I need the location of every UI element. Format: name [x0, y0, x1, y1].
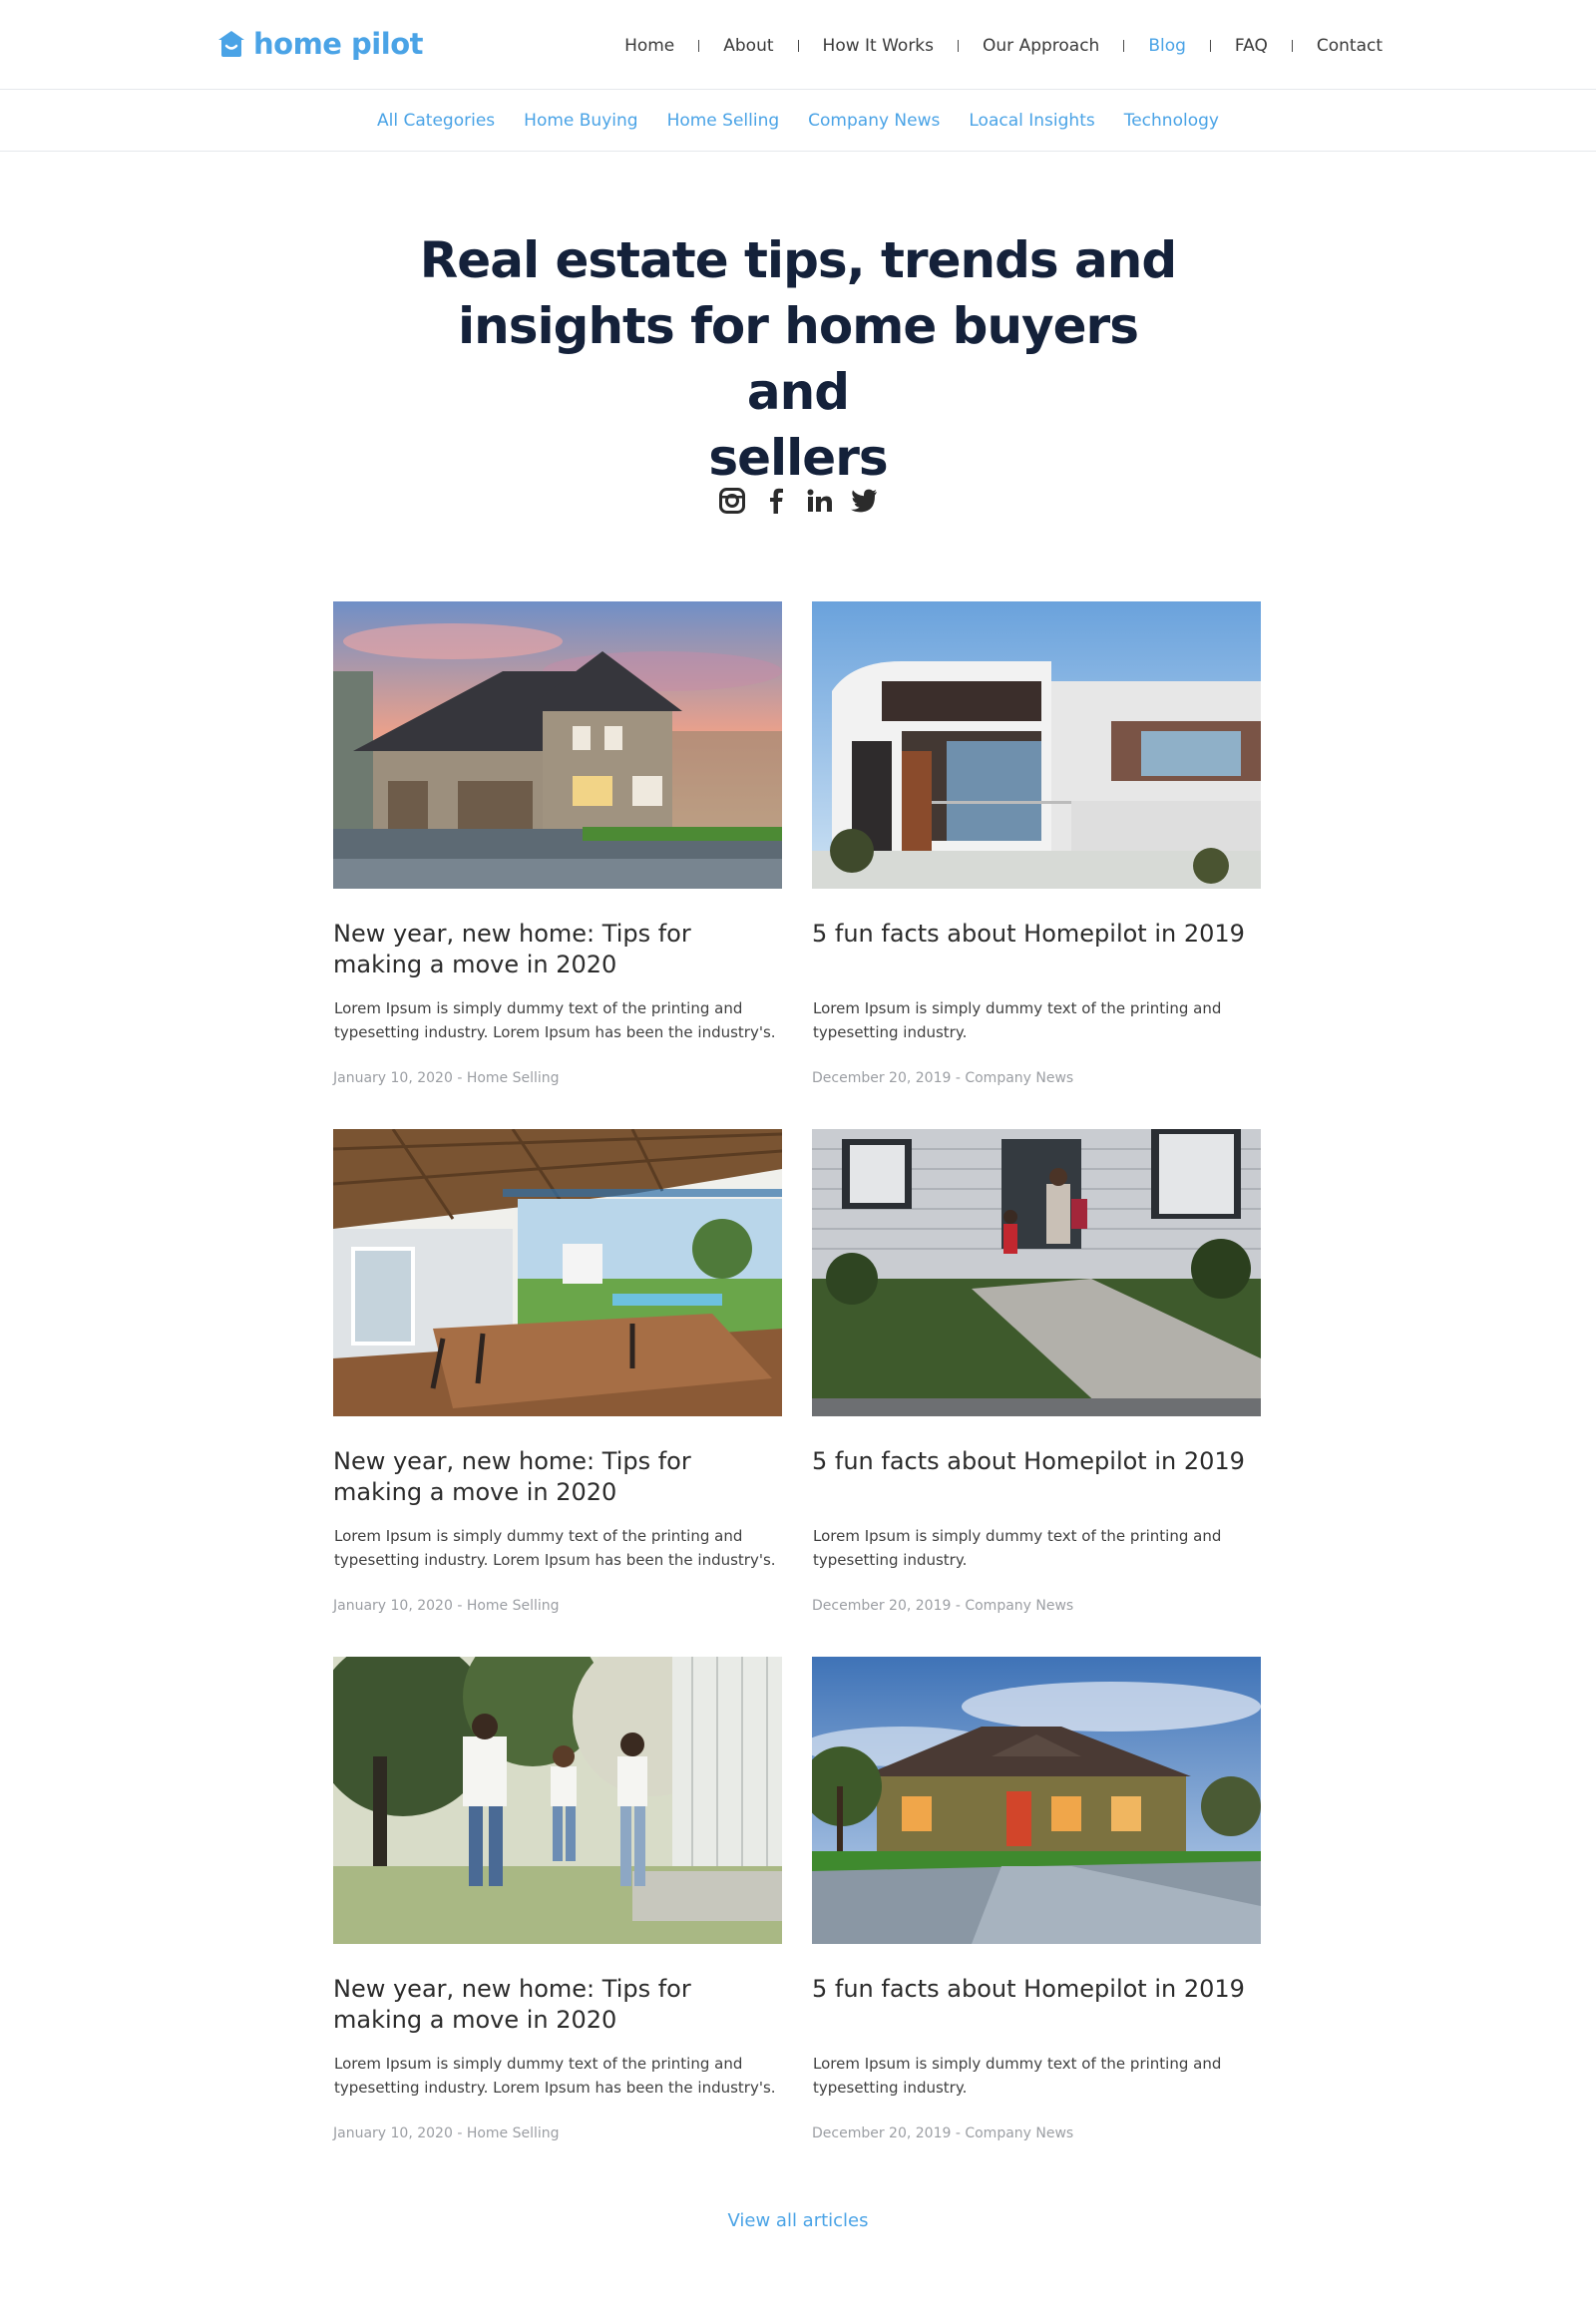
- category-navigation: All Categories Home Buying Home Selling Com…: [0, 90, 1596, 152]
- article-excerpt: Lorem Ipsum is simply dummy text of the …: [813, 1527, 1222, 1569]
- house-cap-icon: [218, 31, 244, 57]
- view-all-articles-link[interactable]: View all articles: [0, 2210, 1596, 2231]
- nav-separator: [1123, 40, 1125, 52]
- family-front-door-image: [812, 1129, 1261, 1416]
- article-meta: December 20, 2019 - Company News: [812, 1070, 1074, 1086]
- article-title[interactable]: 5 fun facts about Homepilot in 2019: [812, 1446, 1261, 1508]
- article-title[interactable]: New year, new home: Tips for making a mo…: [333, 1446, 782, 1508]
- article-thumbnail[interactable]: [333, 601, 782, 889]
- modern-house-image: [812, 601, 1261, 889]
- house-dusk-image: [812, 1657, 1261, 1944]
- nav-separator: [698, 40, 700, 52]
- brand-logo[interactable]: home pilot: [217, 24, 423, 64]
- nav-link-our-approach[interactable]: Our Approach: [983, 36, 1099, 56]
- article-thumbnail[interactable]: [812, 1657, 1261, 1944]
- twitter-icon[interactable]: [850, 487, 878, 515]
- article-title[interactable]: New year, new home: Tips for making a mo…: [333, 919, 782, 980]
- nav-link-contact[interactable]: Contact: [1317, 36, 1383, 56]
- brand-name: home pilot: [253, 27, 423, 61]
- category-link-all-categories[interactable]: All Categories: [377, 111, 495, 131]
- category-link-home-buying[interactable]: Home Buying: [524, 111, 637, 131]
- article-thumbnail[interactable]: [333, 1129, 782, 1416]
- category-link-loacal-insights[interactable]: Loacal Insights: [969, 111, 1094, 131]
- article-excerpt: Lorem Ipsum is simply dummy text of the …: [813, 999, 1222, 1041]
- article-card[interactable]: 5 fun facts about Homepilot in 2019 Lore…: [812, 1129, 1261, 1614]
- article-thumbnail[interactable]: [812, 601, 1261, 889]
- page-title-line: Real estate tips, trends and: [419, 231, 1177, 289]
- nav-separator: [1209, 40, 1211, 52]
- nav-separator: [958, 40, 960, 52]
- article-card[interactable]: New year, new home: Tips for making a mo…: [333, 601, 782, 1086]
- article-title[interactable]: New year, new home: Tips for making a mo…: [333, 1974, 782, 2036]
- main-navigation: Home About How It Works Our Approach Blog FAQ…: [624, 30, 1383, 62]
- article-card[interactable]: 5 fun facts about Homepilot in 2019 Lore…: [812, 601, 1261, 1086]
- article-title[interactable]: 5 fun facts about Homepilot in 2019: [812, 1974, 1261, 2036]
- nav-separator: [797, 40, 799, 52]
- nav-link-how-it-works[interactable]: How It Works: [823, 36, 934, 56]
- article-meta: January 10, 2020 - Home Selling: [333, 1598, 560, 1614]
- nav-link-about[interactable]: About: [723, 36, 773, 56]
- house-sunset-image: [333, 601, 782, 889]
- nav-separator: [1291, 40, 1293, 52]
- nav-link-faq[interactable]: FAQ: [1235, 36, 1268, 56]
- article-excerpt: Lorem Ipsum is simply dummy text of the …: [813, 2055, 1222, 2097]
- social-links: [0, 487, 1596, 515]
- facebook-icon[interactable]: [762, 487, 790, 515]
- article-meta: December 20, 2019 - Company News: [812, 2125, 1074, 2141]
- article-thumbnail[interactable]: [812, 1129, 1261, 1416]
- family-park-image: [333, 1657, 782, 1944]
- article-card[interactable]: New year, new home: Tips for making a mo…: [333, 1657, 782, 2141]
- nav-link-home[interactable]: Home: [624, 36, 674, 56]
- nav-link-blog[interactable]: Blog: [1148, 36, 1186, 56]
- instagram-icon[interactable]: [718, 487, 746, 515]
- article-excerpt: Lorem Ipsum is simply dummy text of the …: [334, 2055, 776, 2097]
- patio-pool-image: [333, 1129, 782, 1416]
- article-meta: December 20, 2019 - Company News: [812, 1598, 1074, 1614]
- article-title[interactable]: 5 fun facts about Homepilot in 2019: [812, 919, 1261, 980]
- linkedin-icon[interactable]: [806, 487, 834, 515]
- page-title-line: sellers: [708, 429, 888, 487]
- article-excerpt: Lorem Ipsum is simply dummy text of the …: [334, 1527, 776, 1569]
- article-meta: January 10, 2020 - Home Selling: [333, 1070, 560, 1086]
- article-thumbnail[interactable]: [333, 1657, 782, 1944]
- category-link-company-news[interactable]: Company News: [808, 111, 940, 131]
- top-header: home pilot Home About How It Works Our Appr…: [0, 0, 1596, 90]
- category-link-technology[interactable]: Technology: [1124, 111, 1219, 131]
- page-title-line: insights for home buyers and: [458, 297, 1139, 421]
- category-link-home-selling[interactable]: Home Selling: [667, 111, 780, 131]
- article-excerpt: Lorem Ipsum is simply dummy text of the …: [334, 999, 776, 1041]
- article-card[interactable]: 5 fun facts about Homepilot in 2019 Lore…: [812, 1657, 1261, 2141]
- article-meta: January 10, 2020 - Home Selling: [333, 2125, 560, 2141]
- article-card[interactable]: New year, new home: Tips for making a mo…: [333, 1129, 782, 1614]
- page-title: Real estate tips, trends and insights fo…: [399, 227, 1197, 491]
